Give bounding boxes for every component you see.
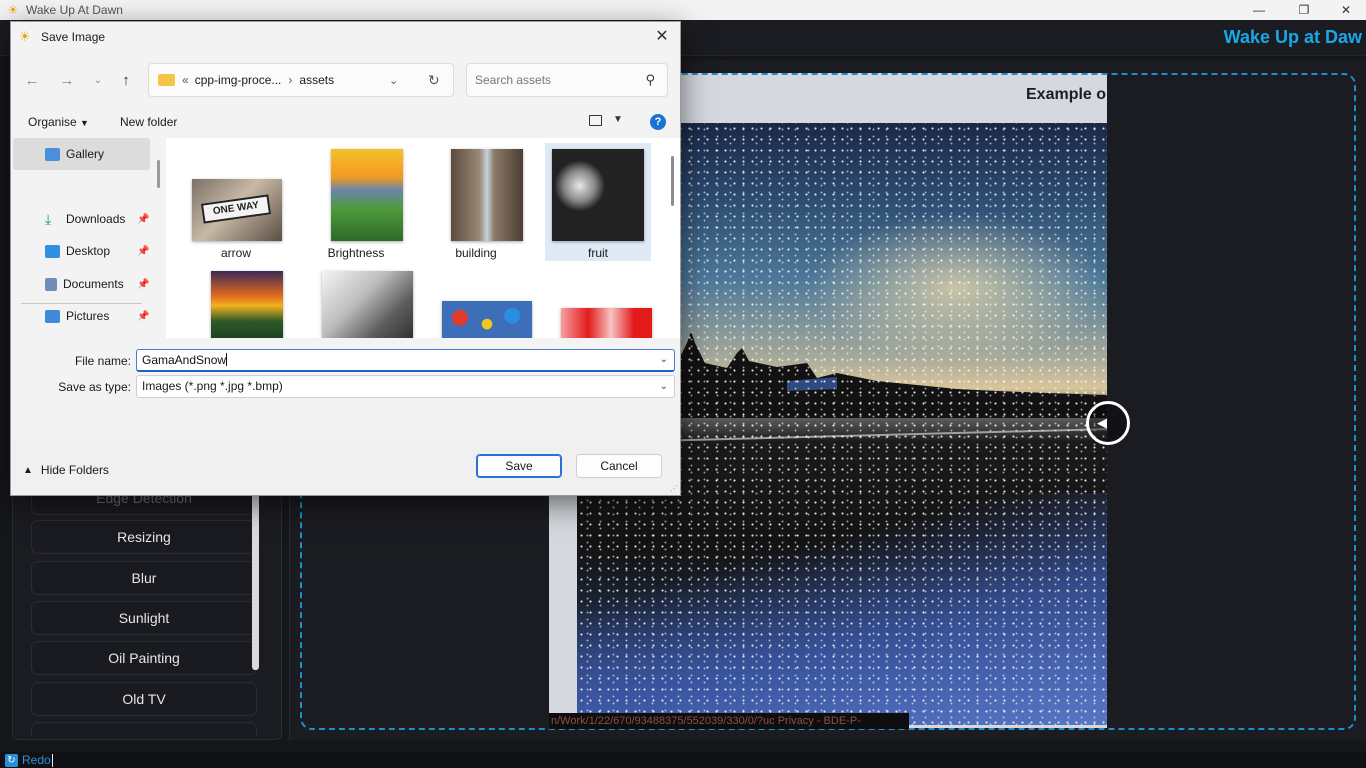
old-tv-button[interactable]: Old TV (31, 682, 257, 716)
text-caret (226, 353, 228, 366)
pin-icon[interactable]: 📌 (137, 246, 149, 257)
file-fruit[interactable]: fruit (545, 143, 651, 261)
up-arrow-icon[interactable]: ↑ (115, 70, 137, 92)
nav-item-documents[interactable]: Documents (45, 273, 124, 295)
thumbnail-arrow: ONE WAY (192, 179, 282, 241)
sidebar-item-partial[interactable] (31, 722, 257, 736)
thumbnail-building (451, 149, 523, 241)
view-options-icon[interactable] (589, 115, 602, 126)
pin-icon[interactable]: 📌 (137, 279, 149, 290)
help-icon[interactable]: ? (650, 114, 666, 130)
resizing-button[interactable]: Resizing (31, 520, 257, 554)
view-dropdown-icon[interactable]: ▼ (613, 114, 623, 125)
search-placeholder: Search assets (475, 73, 552, 87)
maximize-button[interactable]: ❐ (1281, 0, 1327, 20)
address-dropdown-icon[interactable]: ⌄ (389, 74, 398, 87)
save-type-value: Images (*.png *.jpg *.bmp) (142, 379, 283, 393)
save-image-dialog: ☀ Save Image ✕ ← → ⌄ ↑ « cpp-img-proce..… (10, 21, 681, 496)
app-brand-title: Wake Up at Daw (1223, 27, 1362, 47)
dialog-titlebar: ☀ Save Image (11, 22, 680, 52)
pin-icon[interactable]: 📌 (137, 311, 149, 322)
thumbnail-grayscale[interactable] (322, 271, 413, 338)
app-window-title: Wake Up At Dawn (26, 3, 123, 17)
save-button[interactable]: Save (476, 454, 562, 478)
status-url-overlay: n/Work/1/22/670/93488375/552039/330/0/?u… (549, 713, 909, 729)
dialog-footer: ▲ Hide Folders Save Cancel ⋰ (11, 439, 680, 495)
navigation-pane: Gallery ⤓ Downloads 📌 Desktop 📌 Document… (11, 138, 166, 338)
resize-grip-icon[interactable]: ⋰ (670, 484, 678, 493)
file-name-label: File name: (74, 354, 131, 368)
forward-arrow-icon[interactable]: → (56, 70, 78, 92)
app-statusbar (0, 752, 1366, 768)
nav-item-pictures[interactable]: Pictures (45, 305, 109, 327)
app-titlebar: ☀ Wake Up At Dawn — ❐ ✕ (0, 0, 1366, 20)
nav-item-downloads[interactable]: ⤓ Downloads (45, 208, 125, 230)
dialog-close-button[interactable]: ✕ (650, 26, 674, 48)
save-type-label: Save as type: (58, 380, 131, 394)
refresh-icon[interactable]: ↻ (428, 72, 440, 89)
file-brightness[interactable]: Brightness (303, 143, 409, 261)
redo-icon: ↻ (5, 753, 18, 767)
recent-locations-chevron-icon[interactable]: ⌄ (87, 70, 109, 92)
folder-icon (158, 74, 175, 86)
redo-button[interactable]: ↻ Redo (5, 753, 53, 767)
sunlight-button[interactable]: Sunlight (31, 601, 257, 635)
command-bar: Organise ▼ New folder ▼ ? (11, 107, 680, 137)
files-pane-scrollbar[interactable] (671, 156, 674, 206)
dialog-title: Save Image (41, 30, 106, 44)
file-name-dropdown-icon[interactable]: ⌄ (660, 350, 668, 370)
redo-label: Redo (22, 753, 51, 767)
search-input[interactable]: Search assets ⚲ (466, 63, 668, 97)
thumbnail-fruit (552, 149, 644, 241)
desktop-icon (45, 244, 60, 258)
document-icon (45, 277, 57, 291)
chevron-up-icon: ▲ (23, 464, 33, 476)
close-window-button[interactable]: ✕ (1323, 0, 1366, 20)
save-type-select[interactable]: Images (*.png *.jpg *.bmp) ⌄ (136, 375, 675, 398)
file-name-input[interactable]: GamaAndSnow ⌄ (136, 349, 675, 372)
nav-item-desktop[interactable]: Desktop (45, 240, 110, 262)
hide-folders-toggle[interactable]: ▲ Hide Folders (23, 463, 109, 477)
new-folder-button[interactable]: New folder (120, 115, 177, 129)
minimize-button[interactable]: — (1236, 0, 1282, 20)
thumbnail-umbrellas[interactable] (442, 301, 532, 338)
search-icon: ⚲ (645, 72, 655, 87)
address-bar[interactable]: « cpp-img-proce... › assets ⌄ ↻ (148, 63, 454, 97)
sunrise-logo-icon: ☀ (7, 3, 19, 17)
nav-item-gallery[interactable]: Gallery (13, 138, 150, 170)
download-icon: ⤓ (45, 210, 52, 227)
cancel-button[interactable]: Cancel (576, 454, 662, 478)
thumbnail-brightness (331, 149, 403, 241)
text-caret (51, 753, 53, 767)
address-overflow[interactable]: « (182, 73, 189, 87)
nav-divider (21, 303, 142, 304)
pin-icon[interactable]: 📌 (137, 214, 149, 225)
file-arrow[interactable]: ONE WAY arrow (183, 143, 289, 261)
file-name-value: GamaAndSnow (142, 353, 227, 367)
thumbnail-red[interactable] (561, 308, 652, 338)
back-arrow-icon[interactable]: ← (21, 70, 43, 92)
oil-painting-button[interactable]: Oil Painting (31, 641, 257, 675)
organise-menu[interactable]: Organise ▼ (28, 115, 89, 129)
breadcrumb-parent[interactable]: cpp-img-proce... (195, 73, 282, 87)
nav-pane-scrollbar[interactable] (157, 160, 160, 188)
file-building[interactable]: building (423, 143, 529, 261)
pictures-icon (45, 309, 60, 323)
breadcrumb-current[interactable]: assets (299, 73, 334, 87)
save-type-dropdown-icon[interactable]: ⌄ (660, 376, 668, 397)
sunrise-logo-icon: ☀ (19, 29, 31, 44)
gallery-icon (45, 147, 60, 161)
thumbnail-sunset[interactable] (211, 271, 283, 338)
blur-button[interactable]: Blur (31, 561, 257, 595)
files-pane: ONE WAY arrow Brightness building fruit (166, 138, 680, 338)
breadcrumb-separator-icon: › (288, 73, 293, 87)
